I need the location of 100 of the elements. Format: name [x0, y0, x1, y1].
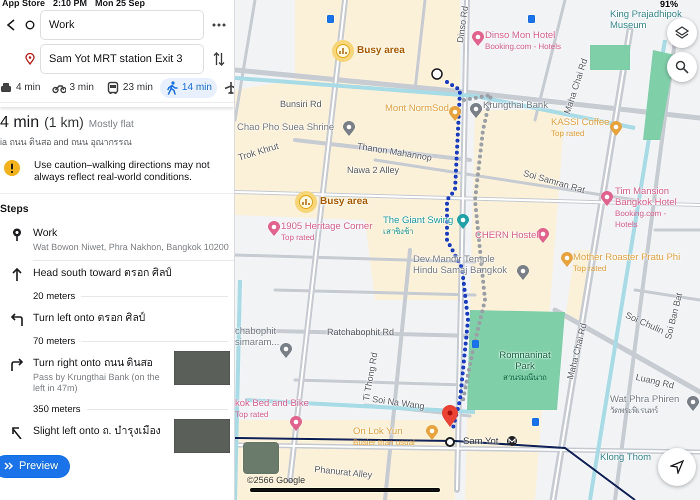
route-duration: 4 min — [0, 114, 40, 132]
place-label[interactable]: Mother Roaster Pratu Phi — [573, 252, 680, 263]
busy-area-icon — [295, 191, 317, 213]
step-detail: Pass by Krungthai Bank (on the left in 47m) — [33, 372, 161, 394]
map-pin-icon[interactable] — [280, 343, 292, 358]
swap-arrows-icon[interactable] — [213, 52, 225, 66]
street-label: Soi Chulin — [624, 310, 666, 336]
street-label: Nawa 2 Alley — [347, 165, 400, 176]
place-label[interactable]: Dev Mandir Temple Hindu Samaj Bangkok — [413, 254, 511, 276]
street-label: Bunsiri Rd — [280, 99, 322, 110]
place-sublabel: เสาชิงช้า — [383, 226, 414, 237]
place-label[interactable]: The Giant Swing — [383, 215, 454, 226]
place-label[interactable]: Mont NormSod — [385, 103, 449, 114]
step-instruction: Turn right onto ถนน ดินสอ — [33, 356, 154, 370]
map-pin-icon[interactable] — [517, 265, 529, 280]
place-label: King Prajadhipok Museum — [610, 9, 683, 31]
double-chevron-icon — [4, 462, 14, 470]
street-label: Ratchabophit Rd — [327, 327, 394, 338]
route-distance: (1 km) — [44, 114, 84, 130]
street-label: Soi Samran Rat — [522, 168, 586, 196]
place-label[interactable]: KASSI Coffee — [551, 117, 610, 128]
street-label: Soi Na Wang — [371, 394, 426, 412]
busy-area-label: Busy area — [320, 196, 368, 207]
turn-left-arrow-icon — [10, 312, 24, 326]
origin-field[interactable]: Work — [40, 10, 204, 40]
park-label: Romnaninat Park — [498, 350, 552, 372]
place-label[interactable]: 1905 Heritage Corner — [281, 221, 372, 232]
travel-mode-tab[interactable]: 4 min — [0, 78, 46, 98]
map-pin-icon[interactable] — [426, 425, 438, 440]
layers-icon — [675, 26, 689, 40]
step-detail: Wat Bowon Niwet, Phra Nakhon, Bangkok 10200 — [33, 242, 230, 253]
status-app-name: App Store — [2, 0, 46, 7]
map-pin-icon[interactable] — [449, 106, 461, 121]
status-time: 2:10 PM — [53, 0, 88, 7]
place-sublabel: Booking.com - Hotels — [485, 41, 562, 52]
bus-stop-icon — [327, 15, 334, 23]
metro-station-icon — [507, 436, 517, 446]
battery-percentage: 91% — [660, 0, 678, 9]
place-label[interactable]: Chao Pho Suea Shrine — [237, 122, 334, 133]
more-icon[interactable] — [212, 23, 226, 27]
street-label: Thanon Mahannop — [356, 141, 433, 164]
place-sublabel: Top rated — [281, 232, 316, 243]
step-instruction: Slight left onto ถ. บำรุงเมือง — [33, 424, 162, 438]
map-pin-icon[interactable] — [687, 396, 699, 411]
origin-circle-icon — [25, 20, 35, 30]
place-label[interactable]: On Lok Yun — [353, 426, 415, 437]
status-date: Mon 25 Sep — [95, 0, 146, 7]
station-point-icon — [445, 437, 455, 447]
busy-area-icon — [332, 40, 354, 62]
place-label[interactable]: CHERN Hostel — [475, 230, 538, 241]
step-distance: 350 meters — [33, 404, 81, 415]
start-point-icon — [431, 68, 443, 80]
place-sublabel: Top rated — [573, 263, 608, 274]
step-instruction: Turn left onto ตรอก ศิลป์ — [33, 312, 146, 325]
slight-left-arrow-icon — [10, 424, 24, 439]
caution-message: Use caution–walking directions may not always reflect real-world conditions. — [34, 160, 211, 184]
destination-pin-icon — [442, 405, 458, 427]
step-distance: 70 meters — [33, 336, 76, 347]
street-label: Dinso Rd — [455, 5, 472, 44]
preview-button[interactable]: Preview — [0, 454, 70, 478]
up-arrow-icon — [10, 266, 24, 281]
street-label: Maha Chai Rd — [562, 57, 590, 116]
route-via-text: ia ถนน ดินสอ and ถนน อุณากรรณ — [0, 136, 133, 149]
place-sublabel: Top rated — [551, 128, 586, 139]
airplane-icon — [224, 80, 234, 95]
terrain-note: Mostly flat — [88, 118, 134, 130]
bus-stop-icon — [532, 418, 539, 426]
place-label: Klong Thom — [600, 452, 652, 463]
map-copyright: ©2566 Google — [247, 475, 306, 485]
destination-field[interactable]: Sam Yot MRT station Exit 3 — [40, 44, 204, 74]
destination-pin-icon — [25, 53, 35, 65]
street-label: Trok Khrut — [237, 140, 280, 164]
busy-area-label: Busy area — [357, 45, 405, 56]
travel-mode-tab[interactable]: 14 min — [160, 78, 217, 98]
place-sublabel: วัดพระพิเรนทร์ — [610, 405, 659, 416]
place-label[interactable]: Dinso Mon Hotel — [485, 30, 562, 41]
street-label: Maha Chai Rd — [565, 322, 590, 381]
place-label[interactable]: Wat Phra Phiren — [610, 394, 680, 405]
street-label: Soi Ban Bat — [663, 292, 686, 341]
search-icon — [675, 60, 689, 74]
map-pin-icon[interactable] — [343, 121, 355, 136]
travel-mode-tab[interactable]: 3 min — [47, 78, 99, 98]
map-pin-icon[interactable] — [470, 103, 482, 118]
bus-stop-icon — [528, 15, 535, 23]
place-sublabel: สวนรมณีนาถ — [502, 372, 548, 383]
bus-stop-icon — [472, 340, 479, 348]
car-icon — [0, 80, 13, 95]
street-label: Luang Rd — [634, 372, 676, 392]
step-distance: 20 meters — [33, 290, 76, 302]
navigation-arrow-icon — [670, 460, 684, 474]
step-instruction: Work — [33, 226, 58, 240]
travel-mode-tab[interactable]: 23 min — [100, 78, 158, 98]
place-sublabel: Booking.com - Hotels — [615, 208, 668, 230]
walking-person-icon — [164, 80, 179, 95]
steps-heading: Steps — [0, 202, 30, 217]
place-label[interactable]: Tim Mansion Bangkok Hotel — [615, 186, 690, 208]
place-sublabel: Top rated — [235, 409, 270, 420]
bus-icon — [106, 80, 120, 95]
step-instruction: Head south toward ตรอก ศิลป์ — [33, 266, 173, 280]
street-label: Phanurat Alley — [314, 464, 373, 481]
